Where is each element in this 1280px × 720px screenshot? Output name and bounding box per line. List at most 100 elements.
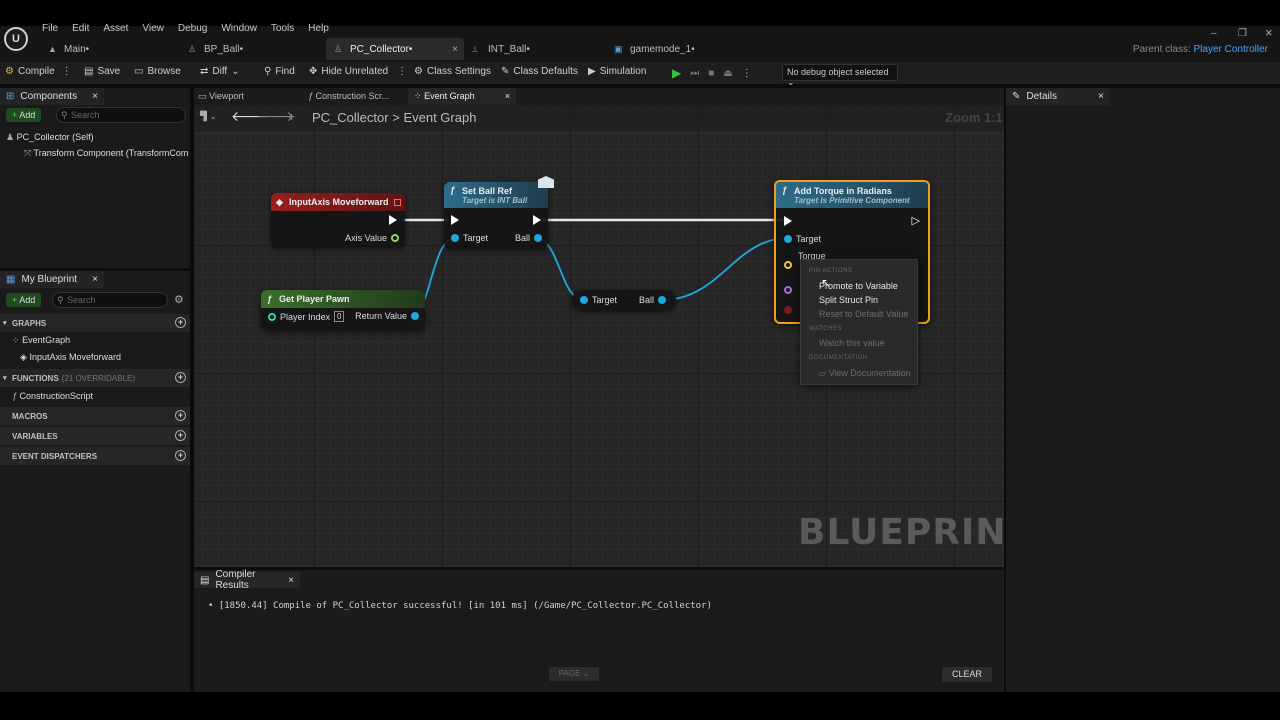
components-add-button[interactable]: + Add (6, 108, 42, 122)
player-index-value[interactable]: 0 (334, 311, 345, 322)
unreal-logo-icon[interactable]: U (4, 27, 28, 51)
close-panel-icon[interactable]: × (92, 91, 98, 102)
page-button[interactable]: PAGE ⌄ (549, 667, 599, 681)
graph-event-graph[interactable]: ⁘ EventGraph (12, 335, 70, 346)
compiler-results-tab[interactable]: ▤ Compiler Results × (194, 569, 300, 591)
node-input-axis[interactable]: ◈ InputAxis Moveforward Axis Value (271, 193, 405, 247)
close-tab-icon[interactable]: × (288, 575, 294, 586)
section-graphs[interactable]: ▾ GRAPHS + (0, 314, 190, 332)
set-ball-target-pin[interactable]: Target (451, 233, 488, 243)
breadcrumb-root[interactable]: PC_Collector (312, 110, 389, 125)
add-variable-icon[interactable]: + (175, 430, 186, 441)
class-defaults-button[interactable]: ✎ Class Defaults (501, 66, 578, 77)
close-panel-icon[interactable]: × (1098, 91, 1104, 102)
breadcrumb-current[interactable]: Event Graph (403, 110, 476, 125)
settings-gear-icon[interactable]: ⚙ (174, 293, 184, 306)
tab-gamemode[interactable]: ▣ gamemode_1• (614, 38, 734, 60)
cast-ball-pin[interactable]: Ball (639, 295, 666, 305)
vector-pin-dot[interactable] (784, 261, 792, 269)
section-dispatchers-label: EVENT DISPATCHERS (12, 451, 98, 461)
diff-button[interactable]: ⇄ Diff ⌄ (200, 66, 240, 77)
section-macros[interactable]: MACROS + (0, 407, 190, 425)
menu-help[interactable]: Help (308, 23, 329, 34)
parent-class-value[interactable]: Player Controller (1194, 44, 1268, 55)
close-tab-icon[interactable]: × (505, 91, 510, 101)
cast-target-pin[interactable]: Target (580, 295, 617, 305)
tab-int-ball[interactable]: ⟂ INT_Ball• (472, 38, 592, 60)
graph-input-axis[interactable]: ◈ InputAxis Moveforward (20, 352, 121, 363)
debug-object-select[interactable]: No debug object selected ⌄ (782, 64, 898, 87)
bool-pin-dot[interactable] (784, 306, 792, 314)
more-options-icon[interactable]: ⋮ (397, 66, 407, 77)
tab-event-graph[interactable]: ⁘ Event Graph × (408, 88, 516, 105)
menu-debug[interactable]: Debug (178, 23, 207, 34)
graph-options-icon[interactable]: ▜ ⌄ (200, 111, 217, 122)
function-construction-script[interactable]: ƒ ConstructionScript (12, 391, 93, 401)
tab-viewport[interactable]: ▭ Viewport (198, 91, 244, 102)
menu-view[interactable]: View (142, 23, 164, 34)
section-functions[interactable]: ▾ FUNCTIONS (21 OVERRIDABLE) + (0, 369, 190, 387)
simulation-button[interactable]: ▶ Simulation (588, 66, 646, 77)
section-variables[interactable]: VARIABLES + (0, 427, 190, 445)
hide-unrelated-button[interactable]: ✥ Hide Unrelated ⋮ (309, 66, 407, 77)
node-add-torque-title: Add Torque in Radians (794, 185, 892, 196)
ctx-split-struct-pin[interactable]: Split Struct Pin (819, 295, 878, 305)
ctx-watch-value[interactable]: Watch this value (819, 338, 885, 348)
close-panel-icon[interactable]: × (92, 274, 98, 285)
event-delegate-icon (394, 198, 401, 206)
exec-out-pin[interactable] (389, 215, 397, 225)
component-transform[interactable]: ⤧ Transform Component (TransformComp (24, 148, 188, 159)
tab-main[interactable]: ▲ Main• (46, 38, 166, 60)
add-macro-icon[interactable]: + (175, 410, 186, 421)
menu-asset[interactable]: Asset (103, 23, 128, 34)
minimize-icon[interactable]: – (1211, 28, 1217, 39)
component-self[interactable]: ♟ PC_Collector (Self) (6, 132, 94, 143)
exec-out-pin[interactable]: ▷ (912, 214, 920, 227)
compiler-results-panel (194, 570, 1004, 692)
name-pin-dot[interactable] (784, 286, 792, 294)
tab-pc-collector[interactable]: ♙ PC_Collector• × (326, 38, 464, 60)
menu-window[interactable]: Window (221, 23, 257, 34)
node-set-ball-ref[interactable]: ƒ Set Ball Ref Target is INT Ball Target… (444, 182, 548, 248)
ctx-reset-default[interactable]: Reset to Default Value (819, 309, 908, 319)
eject-icon[interactable]: ⏏ (723, 68, 732, 79)
advance-frame-icon[interactable]: ⏭ (690, 68, 699, 79)
menu-edit[interactable]: Edit (72, 23, 89, 34)
return-value-pin[interactable]: Return Value (355, 311, 419, 321)
torque-target-pin[interactable]: Target (784, 234, 821, 244)
play-icon[interactable]: ▶ (672, 66, 681, 80)
section-event-dispatchers[interactable]: EVENT DISPATCHERS + (0, 447, 190, 465)
player-index-pin[interactable]: Player Index 0 (268, 311, 345, 322)
exec-out-pin[interactable] (533, 215, 541, 225)
ctx-view-documentation[interactable]: ▱ View Documentation (819, 368, 911, 379)
exec-in-pin[interactable] (784, 216, 792, 226)
node-get-player-pawn[interactable]: ƒ Get Player Pawn Player Index 0 Return … (261, 290, 425, 330)
tab-bp-ball[interactable]: ♙ BP_Ball• (188, 38, 308, 60)
close-window-icon[interactable]: × (1265, 25, 1273, 40)
function-icon: ƒ (12, 391, 18, 401)
clear-button[interactable]: CLEAR (942, 667, 992, 682)
exec-in-pin[interactable] (451, 215, 459, 225)
add-graph-icon[interactable]: + (175, 317, 186, 328)
node-interface-call[interactable]: Target Ball (572, 290, 676, 310)
stop-icon[interactable]: ■ (708, 68, 714, 79)
find-button[interactable]: ⚲ Find (264, 66, 295, 77)
axis-value-pin[interactable]: Axis Value (345, 233, 399, 243)
more-options-icon[interactable]: ⋮ (62, 66, 72, 77)
my-blueprint-add-button[interactable]: + Add (6, 293, 42, 307)
more-options-icon[interactable]: ⋮ (742, 68, 752, 79)
tab-construction-script[interactable]: ƒ Construction Scr... (308, 91, 389, 101)
close-tab-icon[interactable]: × (452, 44, 458, 55)
components-search-input[interactable]: ⚲ Search (56, 107, 186, 123)
save-button[interactable]: ▤ Save (84, 66, 120, 77)
browse-button[interactable]: ▭ Browse (134, 66, 181, 77)
class-settings-button[interactable]: ⚙ Class Settings (414, 66, 491, 77)
restore-icon[interactable]: ❐ (1238, 28, 1247, 39)
menu-file[interactable]: File (42, 23, 58, 34)
compile-button[interactable]: ⚙ Compile ⋮ (5, 66, 72, 77)
my-blueprint-search-input[interactable]: ⚲ Search (52, 292, 168, 308)
set-ball-ball-pin[interactable]: Ball (515, 233, 542, 243)
menu-tools[interactable]: Tools (271, 23, 294, 34)
add-dispatcher-icon[interactable]: + (175, 450, 186, 461)
add-function-icon[interactable]: + (175, 372, 186, 383)
